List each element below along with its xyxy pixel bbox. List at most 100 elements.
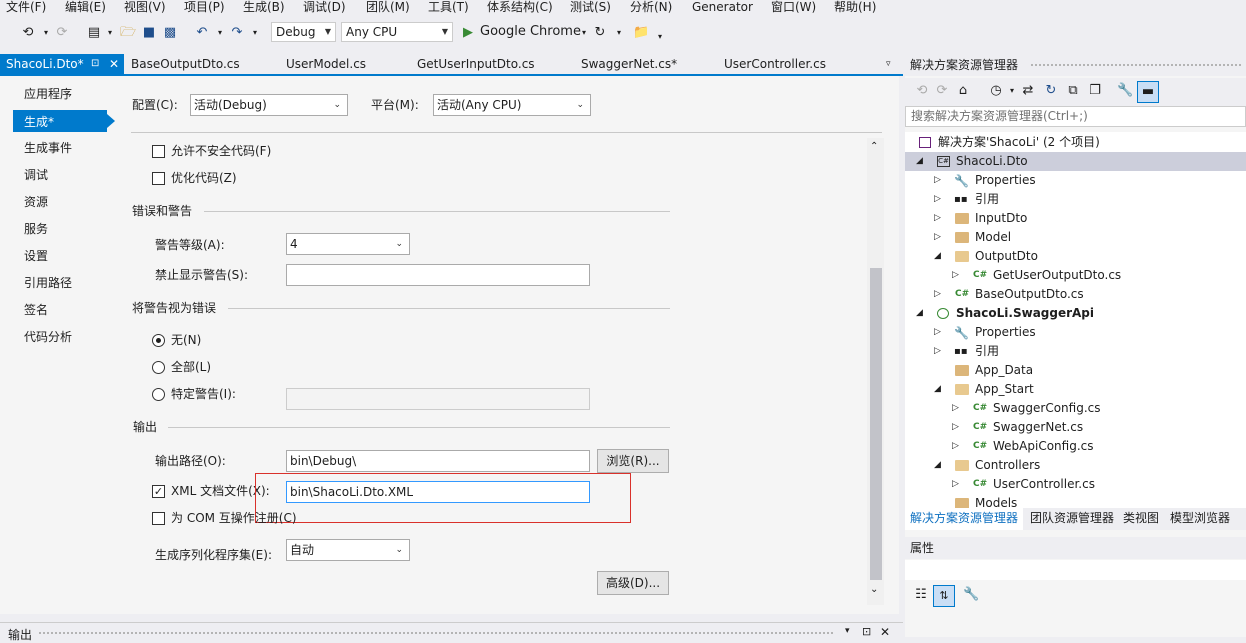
specific-warnings-input[interactable]	[286, 388, 590, 410]
tab-usercontroller[interactable]: UserController.cs	[724, 54, 826, 75]
browse-button[interactable]: 浏览(R)...	[597, 449, 669, 473]
menu-help[interactable]: 帮助(H)	[834, 0, 876, 15]
menu-project[interactable]: 项目(P)	[184, 0, 225, 15]
nav-build[interactable]: 生成*	[13, 110, 107, 132]
collapse-all-icon[interactable]: ⧉	[1065, 83, 1081, 99]
new-project-icon[interactable]: ▤	[86, 25, 102, 41]
close-icon[interactable]: ✕	[880, 625, 890, 639]
scroll-down-icon[interactable]: ⌄	[870, 584, 878, 595]
run-target-label[interactable]: Google Chrome	[480, 24, 581, 39]
com-interop-checkbox[interactable]	[152, 512, 165, 525]
menu-debug[interactable]: 调试(D)	[303, 0, 346, 15]
save-icon[interactable]: ■	[141, 25, 157, 41]
warning-level-select[interactable]: 4 ⌄	[286, 233, 410, 255]
solution-config-select[interactable]: Debug ▼	[271, 22, 336, 42]
scroll-up-icon[interactable]: ⌃	[870, 141, 878, 152]
back-icon[interactable]: ⟲	[20, 25, 36, 41]
menu-file[interactable]: 文件(F)	[6, 0, 46, 15]
home-icon[interactable]: ⌂	[955, 83, 971, 99]
tab-solution-explorer[interactable]: 解决方案资源管理器	[905, 508, 1024, 530]
refresh-dropdown-icon[interactable]: ▾	[611, 25, 627, 41]
menu-view[interactable]: 视图(V)	[124, 0, 166, 15]
redo-dropdown-icon[interactable]: ▾	[247, 25, 263, 41]
solution-search-input[interactable]: 搜索解决方案资源管理器(Ctrl+;)	[905, 106, 1246, 127]
properties-object-selector[interactable]	[905, 560, 1246, 580]
properties-wrench-icon[interactable]: 🔧	[1117, 83, 1133, 99]
dropdown-icon[interactable]: ▾	[845, 626, 850, 636]
advanced-button[interactable]: 高级(D)...	[597, 571, 669, 595]
platform-select[interactable]: 活动(Any CPU) ⌄	[433, 94, 591, 116]
treat-warnings-specific-radio[interactable]	[152, 388, 165, 401]
open-file-icon[interactable]: 🗁	[120, 25, 136, 41]
pin-icon[interactable]: ⊡	[862, 625, 871, 638]
suppress-warnings-input[interactable]	[286, 264, 590, 286]
menu-test[interactable]: 测试(S)	[570, 0, 611, 15]
menu-team[interactable]: 团队(M)	[366, 0, 410, 15]
undo-icon[interactable]: ↶	[194, 25, 210, 41]
new-dropdown-icon[interactable]: ▾	[102, 25, 118, 41]
menu-edit[interactable]: 编辑(E)	[65, 0, 106, 15]
nav-application[interactable]: 应用程序	[24, 86, 72, 102]
output-path-input[interactable]: bin\Debug\	[286, 450, 590, 472]
nav-resources[interactable]: 资源	[24, 194, 48, 210]
pending-changes-icon[interactable]: ◷	[988, 83, 1004, 99]
tab-label: ShacoLi.Dto*	[6, 57, 84, 71]
tab-overflow-icon[interactable]: ▿	[886, 54, 891, 75]
menu-build[interactable]: 生成(B)	[243, 0, 285, 15]
menu-generator[interactable]: Generator	[692, 0, 753, 15]
xml-doc-checkbox[interactable]: ✓	[152, 485, 165, 498]
unsafe-code-checkbox[interactable]	[152, 145, 165, 158]
menu-tools[interactable]: 工具(T)	[428, 0, 469, 15]
tab-getuserinputdto[interactable]: GetUserInputDto.cs	[417, 54, 535, 75]
forward-icon[interactable]: ⟳	[934, 83, 950, 99]
csharp-file-icon: C#	[973, 270, 988, 280]
tab-usermodel[interactable]: UserModel.cs	[286, 54, 366, 75]
tab-shacoli-dto[interactable]: ShacoLi.Dto* ⊡ ✕	[0, 54, 124, 75]
nav-services[interactable]: 服务	[24, 221, 48, 237]
tab-swaggernet[interactable]: SwaggerNet.cs*	[581, 54, 677, 75]
preview-selected-icon[interactable]: ▬	[1137, 81, 1159, 103]
run-target-dropdown-icon[interactable]: ▾	[576, 25, 592, 41]
nav-signing[interactable]: 签名	[24, 302, 48, 318]
scrollbar-thumb[interactable]	[870, 268, 882, 580]
save-all-icon[interactable]: ▩	[162, 25, 178, 41]
categorized-icon[interactable]: ☷	[913, 587, 929, 603]
pending-dropdown-icon[interactable]: ▾	[1004, 83, 1020, 99]
undo-dropdown-icon[interactable]: ▾	[212, 25, 228, 41]
tab-baseoutputdto[interactable]: BaseOutputDto.cs	[131, 54, 240, 75]
toolbar-overflow-icon[interactable]: ▾	[652, 29, 668, 45]
treat-warnings-none-radio[interactable]	[152, 334, 165, 347]
show-all-files-icon[interactable]: ❐	[1087, 83, 1103, 99]
refresh-icon[interactable]: ↻	[592, 25, 608, 41]
forward-icon[interactable]: ⟳	[54, 25, 70, 41]
redo-icon[interactable]: ↷	[229, 25, 245, 41]
solution-platform-select[interactable]: Any CPU ▼	[341, 22, 453, 42]
serialization-select[interactable]: 自动 ⌄	[286, 539, 410, 561]
tree-node-solution[interactable]: 解决方案'ShacoLi' (2 个项目)	[905, 133, 1246, 152]
nav-build-events[interactable]: 生成事件	[24, 140, 72, 156]
browser-link-icon[interactable]: 📁	[633, 25, 649, 41]
nav-reference-paths[interactable]: 引用路径	[24, 275, 72, 291]
nav-code-analysis[interactable]: 代码分析	[24, 329, 72, 345]
tree-node-shacoli-dto[interactable]: ◢ C# ShacoLi.Dto	[905, 152, 1246, 171]
menu-analyze[interactable]: 分析(N)	[630, 0, 672, 15]
tab-class-view[interactable]: 类视图	[1123, 508, 1159, 530]
nav-settings[interactable]: 设置	[24, 248, 48, 264]
alphabetical-icon[interactable]: ⇅	[933, 585, 955, 607]
pin-icon[interactable]: ⊡	[91, 54, 99, 74]
close-icon[interactable]: ✕	[109, 54, 119, 74]
menu-window[interactable]: 窗口(W)	[771, 0, 816, 15]
sync-icon[interactable]: ⇄	[1020, 83, 1036, 99]
menu-architecture[interactable]: 体系结构(C)	[487, 0, 553, 15]
property-pages-icon[interactable]: 🔧	[963, 587, 979, 603]
back-icon[interactable]: ⟲	[914, 83, 930, 99]
treat-warnings-all-radio[interactable]	[152, 361, 165, 374]
tab-team-explorer[interactable]: 团队资源管理器	[1030, 508, 1114, 530]
config-select[interactable]: 活动(Debug) ⌄	[190, 94, 348, 116]
refresh-icon[interactable]: ↻	[1043, 83, 1059, 99]
nav-debug[interactable]: 调试	[24, 167, 48, 183]
start-debug-icon[interactable]: ▶	[460, 25, 476, 41]
back-dropdown-icon[interactable]: ▾	[38, 25, 54, 41]
optimize-code-checkbox[interactable]	[152, 172, 165, 185]
tab-model-browser[interactable]: 模型浏览器	[1170, 508, 1230, 530]
